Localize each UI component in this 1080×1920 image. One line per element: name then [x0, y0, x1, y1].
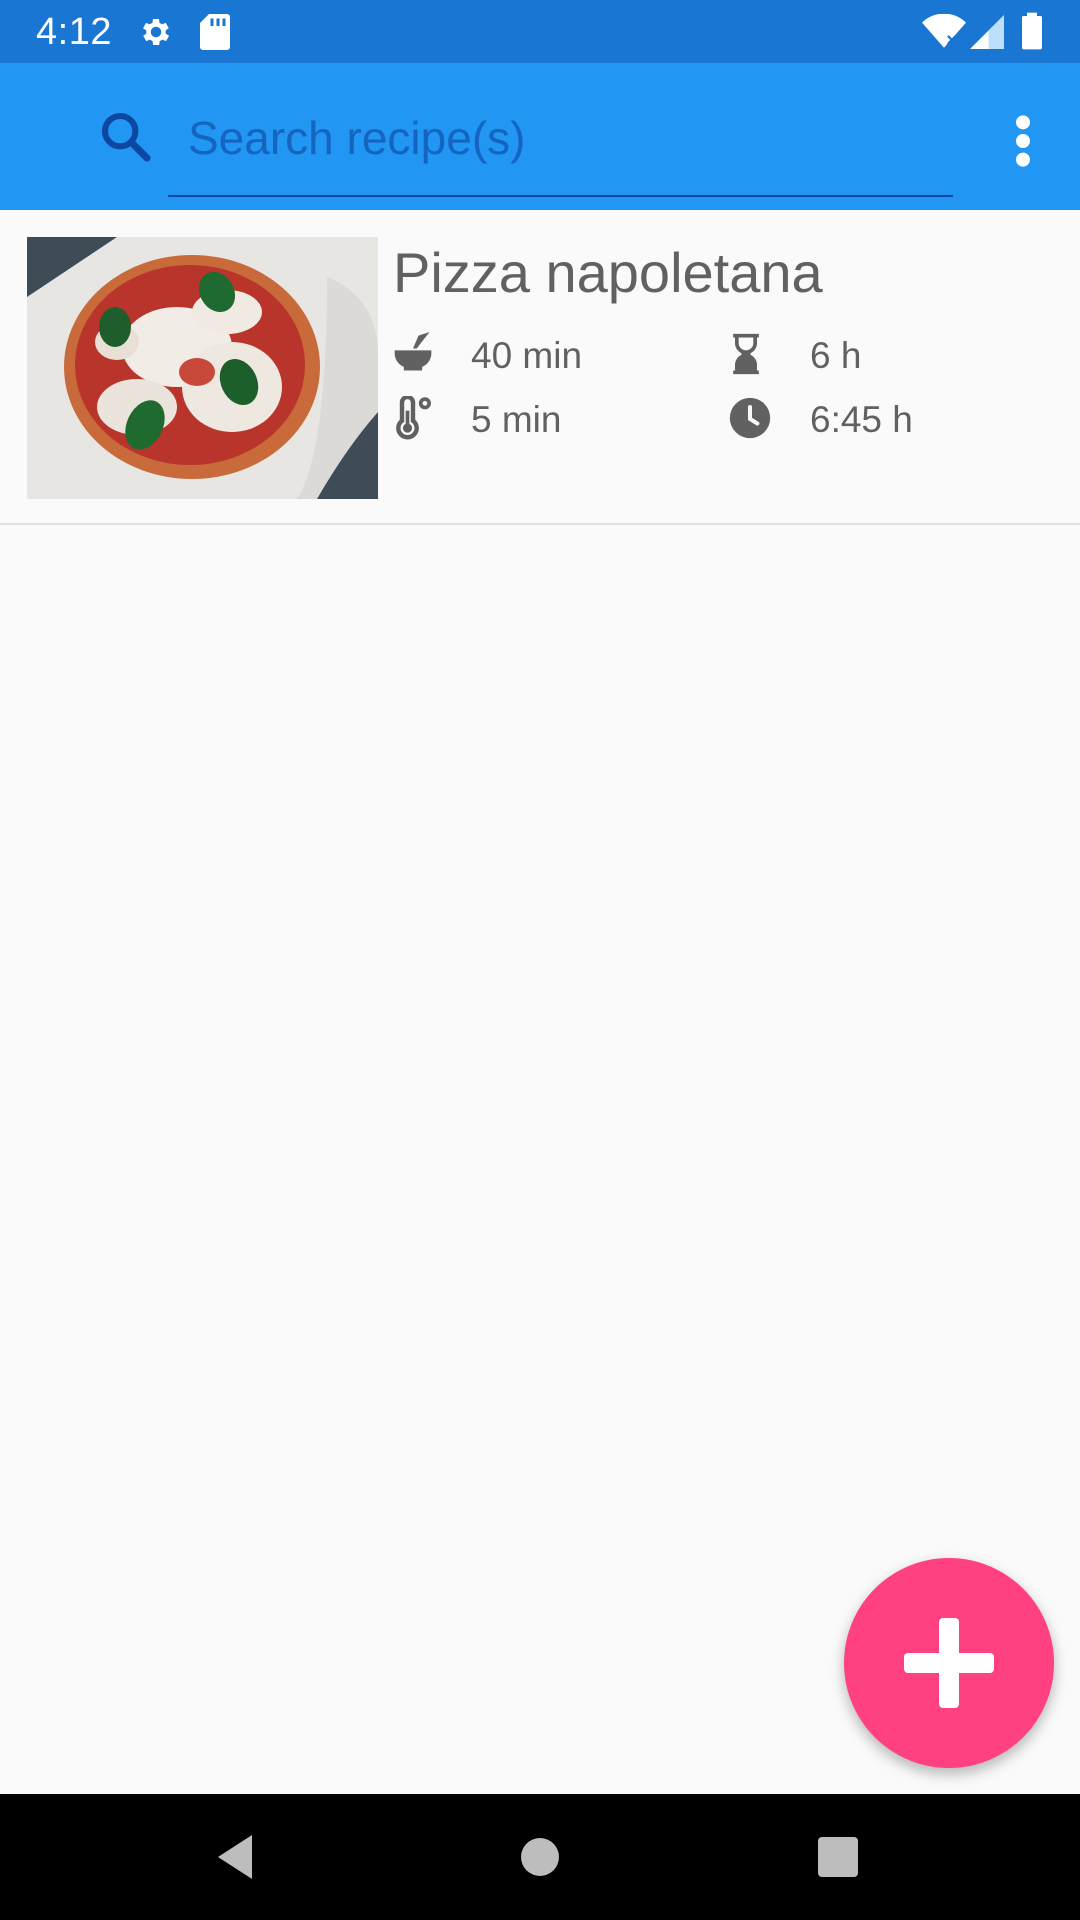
plus-icon [904, 1618, 994, 1708]
wifi-icon [922, 14, 966, 48]
thermometer-icon [396, 396, 431, 440]
sd-card-icon [200, 14, 230, 50]
recipe-title: Pizza napoletana [393, 241, 823, 304]
clock-icon [729, 397, 771, 439]
signal-icon [970, 15, 1004, 49]
back-icon[interactable] [208, 1827, 268, 1887]
hourglass-icon [733, 333, 759, 375]
total-time: 6:45 h [810, 399, 913, 440]
home-icon[interactable] [510, 1827, 570, 1887]
app-bar [0, 63, 1080, 210]
status-bar: 4:12 [0, 0, 1080, 63]
more-options-icon[interactable] [1005, 113, 1041, 169]
prep-time: 40 min [471, 335, 583, 376]
add-recipe-button[interactable] [844, 1558, 1054, 1768]
status-time: 4:12 [36, 11, 112, 53]
cook-time: 5 min [471, 399, 562, 440]
recipe-thumbnail [27, 237, 378, 499]
navigation-bar [0, 1794, 1080, 1920]
mortar-pestle-icon [394, 332, 432, 371]
recents-icon[interactable] [808, 1827, 868, 1887]
battery-icon [1022, 12, 1042, 50]
rest-time: 6 h [810, 335, 862, 376]
recipe-list-item[interactable]: Pizza napoletana 40 min 6 h 5 min 6:45 h [0, 210, 1080, 525]
search-underline [168, 195, 953, 197]
gear-icon [143, 18, 170, 46]
search-input[interactable] [168, 103, 953, 173]
search-icon[interactable] [98, 109, 154, 165]
